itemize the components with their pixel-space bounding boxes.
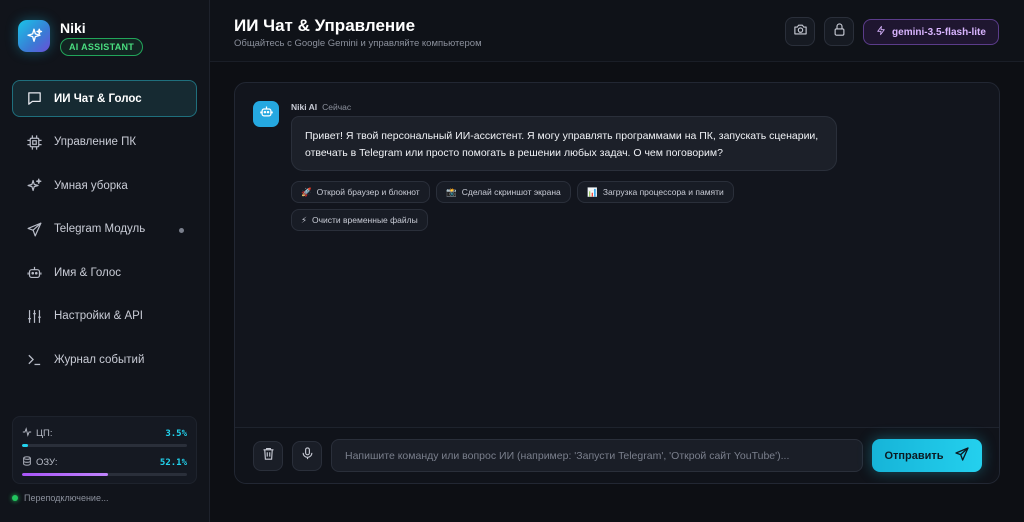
cpu-label: ЦП: — [36, 428, 53, 439]
ram-progress-fill — [22, 473, 108, 476]
trash-icon — [261, 446, 276, 466]
bot-avatar — [253, 101, 279, 127]
sidebar-nav: ИИ Чат & Голос Управление ПК Умная уборк… — [12, 80, 197, 385]
message-meta: Niki AI Сейчас — [291, 102, 351, 112]
sidebar-item-label: Журнал событий — [54, 353, 145, 366]
suggestion-chip-cpu-load[interactable]: 📊 Загрузка процессора и памяти — [577, 181, 734, 203]
message-bubble: Привет! Я твой персональный ИИ-ассистент… — [291, 116, 837, 171]
page-title: ИИ Чат & Управление — [234, 16, 416, 35]
status-dot — [179, 227, 184, 233]
sidebar-item-label: Telegram Модуль — [54, 223, 146, 235]
rocket-icon: 🚀 — [301, 186, 312, 197]
bar-chart-icon: 📊 — [587, 186, 598, 197]
sidebar-item-event-log[interactable]: Журнал событий — [12, 341, 197, 378]
chip-label: Открой браузер и блокнот — [316, 187, 420, 197]
sidebar: Niki AI ASSISTANT ИИ Чат & Голос Управле… — [0, 0, 210, 522]
activity-icon — [22, 427, 32, 440]
brand: Niki AI ASSISTANT — [18, 20, 144, 56]
message-author: Niki AI — [291, 102, 318, 112]
sidebar-item-label: Умная уборка — [54, 179, 128, 192]
database-icon — [22, 456, 32, 469]
voice-input-button[interactable] — [292, 441, 322, 471]
suggestion-chip-screenshot[interactable]: 📸 Сделай скриншот экрана — [436, 181, 571, 203]
cpu-value: 3.5% — [165, 428, 187, 439]
chat-bubble-icon — [25, 90, 43, 108]
sidebar-item-telegram[interactable]: Telegram Модуль — [12, 211, 197, 248]
chip-label: Загрузка процессора и памяти — [602, 187, 724, 197]
robot-icon — [25, 264, 43, 282]
suggestion-chip-browser[interactable]: 🚀 Открой браузер и блокнот — [291, 181, 430, 203]
chip-label: Очисти временные файлы — [311, 215, 418, 225]
lightning-icon: ⚡ — [301, 214, 307, 225]
sidebar-item-settings-api[interactable]: Настройки & API — [12, 298, 197, 335]
sidebar-item-label: ИИ Чат & Голос — [54, 92, 142, 105]
model-selector[interactable]: gemini-3.5-flash-lite — [863, 19, 999, 45]
cpu-progress-fill — [22, 444, 28, 447]
sidebar-item-pc-control[interactable]: Управление ПК — [12, 124, 197, 161]
connection-text: Переподключение... — [24, 493, 109, 503]
sparkles-logo-icon — [18, 20, 50, 52]
lightning-icon — [876, 25, 886, 39]
ram-value: 52.1% — [159, 457, 187, 468]
cpu-stat: ЦП: 3.5% — [22, 427, 187, 440]
sidebar-item-label: Имя & Голос — [54, 266, 122, 279]
terminal-icon — [25, 351, 43, 369]
page-subtitle: Общайтесь с Google Gemini и управляйте к… — [234, 38, 482, 49]
sidebar-item-chat-voice[interactable]: ИИ Чат & Голос — [12, 80, 197, 117]
chip-label: Сделай скриншот экрана — [461, 187, 561, 197]
chat-panel: Niki AI Сейчас Привет! Я твой персональны… — [234, 82, 1000, 484]
suggestion-chip-clean-temp[interactable]: ⚡ Очисти временные файлы — [291, 209, 428, 231]
lock-icon — [832, 22, 847, 42]
robot-icon — [259, 104, 274, 124]
sidebar-item-name-voice[interactable]: Имя & Голос — [12, 254, 197, 291]
ram-label: ОЗУ: — [36, 457, 58, 468]
connection-status: Переподключение... — [12, 493, 108, 503]
cpu-chip-icon — [25, 133, 43, 151]
sparkles-icon — [25, 177, 43, 195]
sidebar-item-smart-cleanup[interactable]: Умная уборка — [12, 167, 197, 204]
model-name: gemini-3.5-flash-lite — [892, 26, 986, 38]
message-time: Сейчас — [322, 102, 352, 112]
camera-icon — [793, 22, 808, 42]
lock-button[interactable] — [824, 17, 854, 46]
send-button[interactable]: Отправить — [872, 439, 982, 472]
paper-plane-icon — [954, 446, 970, 465]
sidebar-item-label: Настройки & API — [54, 310, 143, 322]
clear-chat-button[interactable] — [253, 441, 283, 471]
cpu-progress-bar — [22, 444, 187, 447]
chat-message-input[interactable] — [331, 439, 863, 472]
system-stats-panel: ЦП: 3.5% ОЗУ: 52.1% — [12, 416, 197, 484]
screenshot-button[interactable] — [785, 17, 815, 46]
paper-plane-icon — [25, 220, 43, 238]
sliders-icon — [25, 307, 43, 325]
suggestion-chips: 🚀 Открой браузер и блокнот 📸 Сделай скри… — [291, 181, 851, 237]
microphone-icon — [300, 446, 315, 466]
brand-badge: AI ASSISTANT — [60, 38, 144, 56]
ram-progress-bar — [22, 473, 187, 476]
send-label: Отправить — [884, 449, 944, 462]
brand-name: Niki — [60, 20, 86, 36]
camera-flash-icon: 📸 — [446, 186, 457, 197]
sidebar-item-label: Управление ПК — [54, 136, 137, 148]
connection-led — [12, 495, 18, 501]
ram-stat: ОЗУ: 52.1% — [22, 456, 187, 469]
